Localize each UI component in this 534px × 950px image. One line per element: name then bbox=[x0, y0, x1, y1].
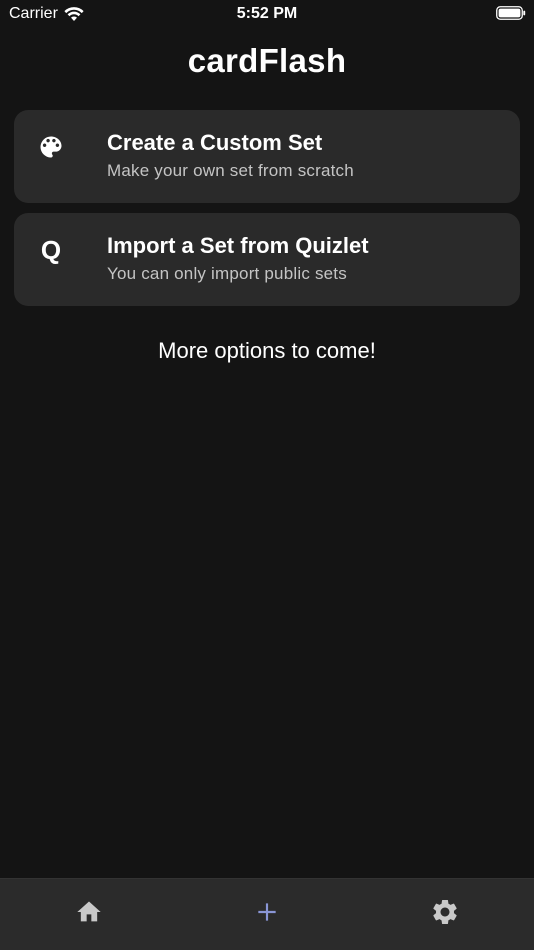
plus-icon bbox=[258, 903, 276, 921]
status-bar: Carrier 5:52 PM bbox=[0, 0, 534, 28]
home-icon bbox=[77, 901, 101, 922]
import-quizlet-set-title: Import a Set from Quizlet bbox=[107, 233, 369, 258]
tab-add[interactable] bbox=[252, 897, 282, 927]
more-options-text: More options to come! bbox=[158, 338, 376, 363]
tab-home[interactable] bbox=[74, 897, 104, 927]
gear-icon bbox=[433, 900, 457, 924]
screen: Carrier 5:52 PM cardFlash Create a Custo… bbox=[0, 0, 534, 950]
palette-icon bbox=[36, 132, 66, 162]
create-custom-set-title: Create a Custom Set bbox=[107, 130, 323, 155]
page-title: cardFlash bbox=[187, 42, 347, 79]
tab-bar bbox=[0, 878, 534, 950]
tab-settings[interactable] bbox=[430, 897, 460, 927]
import-quizlet-set-subtitle: You can only import public sets bbox=[107, 264, 347, 283]
status-time: 5:52 PM bbox=[236, 5, 298, 22]
battery-icon bbox=[496, 6, 526, 20]
create-custom-set-subtitle: Make your own set from scratch bbox=[107, 161, 354, 180]
quizlet-q-icon: Q bbox=[40, 234, 62, 265]
import-quizlet-set-button[interactable]: Q Import a Set from Quizlet You can only… bbox=[14, 213, 520, 306]
create-custom-set-button[interactable]: Create a Custom Set Make your own set fr… bbox=[14, 110, 520, 203]
